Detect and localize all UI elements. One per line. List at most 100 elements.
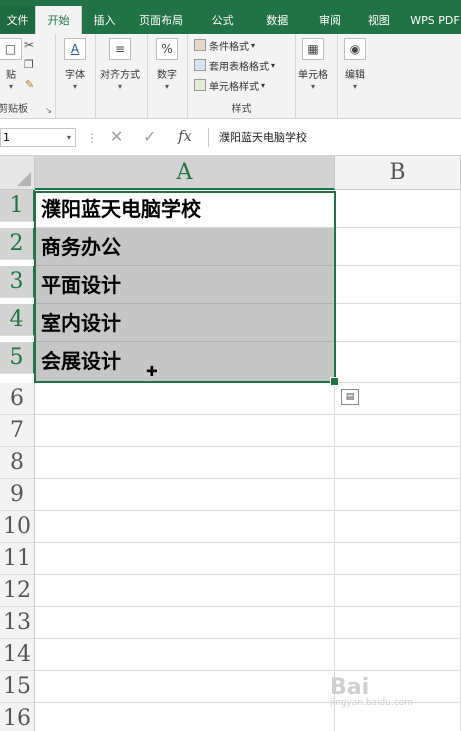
- tab-home[interactable]: 开始: [35, 6, 83, 34]
- alignment-button[interactable]: ≡ 对齐方式 ▾: [100, 38, 140, 91]
- alignment-group: ≡ 对齐方式 ▾: [96, 34, 148, 118]
- fill-handle[interactable]: [330, 377, 339, 386]
- format-as-table-button[interactable]: 套用表格格式 ▾: [194, 56, 275, 74]
- row-header[interactable]: 14: [0, 639, 35, 671]
- percent-icon: %: [156, 38, 178, 60]
- tab-data[interactable]: 数据: [250, 6, 305, 34]
- tab-page-layout[interactable]: 页面布局: [127, 6, 195, 34]
- cell-b4[interactable]: [335, 304, 461, 342]
- format-as-table-label: 套用表格格式: [209, 61, 269, 73]
- dialog-launcher-icon[interactable]: ↘: [45, 106, 52, 115]
- fx-icon[interactable]: fx: [178, 127, 192, 145]
- cancel-icon[interactable]: ✕: [110, 127, 123, 146]
- row-header[interactable]: 16: [0, 703, 35, 731]
- font-group: A 字体 ▾: [56, 34, 96, 118]
- column-header-a[interactable]: A: [35, 156, 335, 190]
- row-header[interactable]: 5: [0, 342, 35, 374]
- cell-b3[interactable]: [335, 266, 461, 304]
- editing-label: 编辑: [345, 70, 365, 81]
- cells-button[interactable]: ▦ 单元格 ▾: [298, 38, 328, 91]
- chevron-down-icon[interactable]: ▾: [67, 129, 71, 146]
- cell-a7[interactable]: [35, 415, 335, 447]
- copy-icon[interactable]: ❐: [24, 58, 34, 71]
- quick-analysis-icon[interactable]: ▤: [341, 389, 359, 405]
- cell-a16[interactable]: [35, 703, 335, 731]
- cell-a11[interactable]: [35, 543, 335, 575]
- select-all-button[interactable]: [0, 156, 35, 190]
- row-header[interactable]: 6: [0, 383, 35, 415]
- cell-b9[interactable]: [335, 479, 461, 511]
- cell-a3[interactable]: 平面设计: [35, 266, 335, 304]
- check-icon[interactable]: ✓: [143, 127, 156, 146]
- conditional-format-label: 条件格式: [209, 41, 249, 53]
- tab-wps-pdf[interactable]: WPS PDF: [402, 6, 461, 34]
- cell-a8[interactable]: [35, 447, 335, 479]
- cell-b2[interactable]: [335, 228, 461, 266]
- cell-text: 会展设计: [41, 349, 121, 373]
- row-header[interactable]: 8: [0, 447, 35, 479]
- font-label: 字体: [65, 70, 85, 81]
- conditional-format-icon: [194, 39, 206, 51]
- tab-file[interactable]: 文件: [0, 6, 36, 34]
- cell-styles-button[interactable]: 单元格样式 ▾: [194, 76, 265, 94]
- chevron-down-icon: ▾: [72, 82, 77, 91]
- cell-b10[interactable]: [335, 511, 461, 543]
- chevron-down-icon: ▾: [352, 82, 357, 91]
- ribbon-tabs: 文件 开始 插入 页面布局 公式 数据 审阅 视图 WPS PDF: [0, 6, 461, 34]
- cell-a2[interactable]: 商务办公: [35, 228, 335, 266]
- cell-a4[interactable]: 室内设计: [35, 304, 335, 342]
- row-header[interactable]: 11: [0, 543, 35, 575]
- editing-button[interactable]: ◉ 编辑 ▾: [344, 38, 366, 91]
- tab-view[interactable]: 视图: [355, 6, 402, 34]
- name-box[interactable]: 1 ▾: [0, 128, 76, 147]
- cell-a5[interactable]: 会展设计: [35, 342, 335, 383]
- paste-button[interactable]: □ 贴 ▾: [0, 38, 22, 91]
- paste-label: 贴: [6, 70, 16, 81]
- tab-insert[interactable]: 插入: [82, 6, 127, 34]
- watermark-text: Bai: [330, 675, 370, 700]
- row-header[interactable]: 2: [0, 228, 35, 260]
- cell-a13[interactable]: [35, 607, 335, 639]
- row-header[interactable]: 13: [0, 607, 35, 639]
- row-header[interactable]: 4: [0, 304, 35, 336]
- cell-a1[interactable]: 濮阳蓝天电脑学校: [35, 190, 335, 228]
- row-header[interactable]: 12: [0, 575, 35, 607]
- cell-b1[interactable]: [335, 190, 461, 228]
- cell-b12[interactable]: [335, 575, 461, 607]
- cell-a10[interactable]: [35, 511, 335, 543]
- paste-icon: □: [0, 38, 22, 60]
- cell-b7[interactable]: [335, 415, 461, 447]
- cell-b13[interactable]: [335, 607, 461, 639]
- number-button[interactable]: % 数字 ▾: [156, 38, 178, 91]
- cell-a9[interactable]: [35, 479, 335, 511]
- tab-review[interactable]: 审阅: [305, 6, 356, 34]
- row-header[interactable]: 15: [0, 671, 35, 703]
- cell-a15[interactable]: [35, 671, 335, 703]
- name-box-value: 1: [3, 131, 10, 144]
- cut-icon[interactable]: ✂: [24, 38, 34, 52]
- styles-group: 条件格式 ▾ 套用表格格式 ▾ 单元格样式 ▾ 样式: [188, 34, 296, 118]
- tab-formulas[interactable]: 公式: [195, 6, 250, 34]
- cell-b8[interactable]: [335, 447, 461, 479]
- chevron-down-icon: ▾: [310, 82, 315, 91]
- column-header-b[interactable]: B: [335, 156, 461, 190]
- row-header[interactable]: 10: [0, 511, 35, 543]
- cell-b5[interactable]: [335, 342, 461, 383]
- row-header[interactable]: 3: [0, 266, 35, 298]
- cell-b14[interactable]: [335, 639, 461, 671]
- cell-a6[interactable]: [35, 383, 335, 415]
- cursor-icon: ✚: [146, 364, 158, 380]
- editing-group: ◉ 编辑 ▾: [338, 34, 374, 118]
- row-header[interactable]: 1: [0, 190, 35, 222]
- conditional-format-button[interactable]: 条件格式 ▾: [194, 36, 255, 54]
- watermark: Bai jingyan.baidu.com: [330, 675, 413, 708]
- formula-input[interactable]: 濮阳蓝天电脑学校: [208, 128, 461, 147]
- cell-a14[interactable]: [35, 639, 335, 671]
- font-button[interactable]: A 字体 ▾: [64, 38, 86, 91]
- row-header[interactable]: 9: [0, 479, 35, 511]
- cell-a12[interactable]: [35, 575, 335, 607]
- format-painter-icon[interactable]: ✎: [25, 78, 34, 91]
- row-header[interactable]: 7: [0, 415, 35, 447]
- cell-text: 室内设计: [41, 311, 121, 335]
- cell-b11[interactable]: [335, 543, 461, 575]
